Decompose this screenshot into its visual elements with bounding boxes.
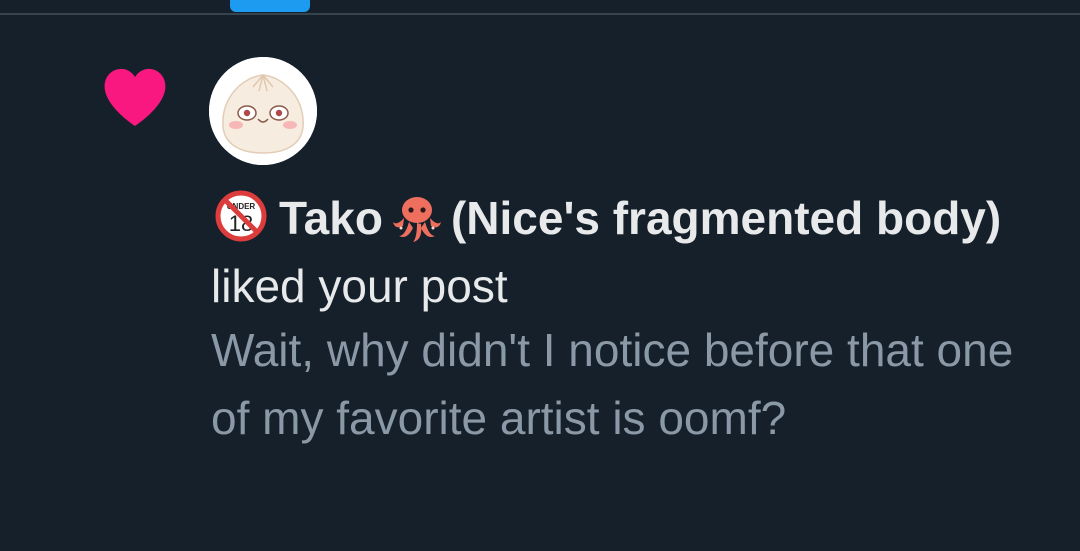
notification-text: UNDER 18 Tako (Nice's fragmented body) l…: [211, 184, 1031, 320]
active-tab-indicator: [230, 0, 310, 12]
liked-post-preview[interactable]: Wait, why didn't I notice before that on…: [211, 316, 1041, 452]
heart-icon: [104, 68, 166, 127]
avatar[interactable]: [209, 57, 317, 165]
notification-screen: UNDER 18 Tako (Nice's fragmented body) l…: [0, 0, 1080, 551]
user-name-part1[interactable]: Tako: [279, 192, 383, 244]
user-name-part2[interactable]: (Nice's fragmented body): [451, 192, 1001, 244]
notification-action: liked your post: [211, 260, 508, 312]
no-under-18-icon: UNDER 18: [215, 190, 267, 242]
octopus-icon: [392, 197, 441, 242]
bao-avatar-image: [209, 57, 317, 165]
tab-divider: [0, 13, 1080, 15]
